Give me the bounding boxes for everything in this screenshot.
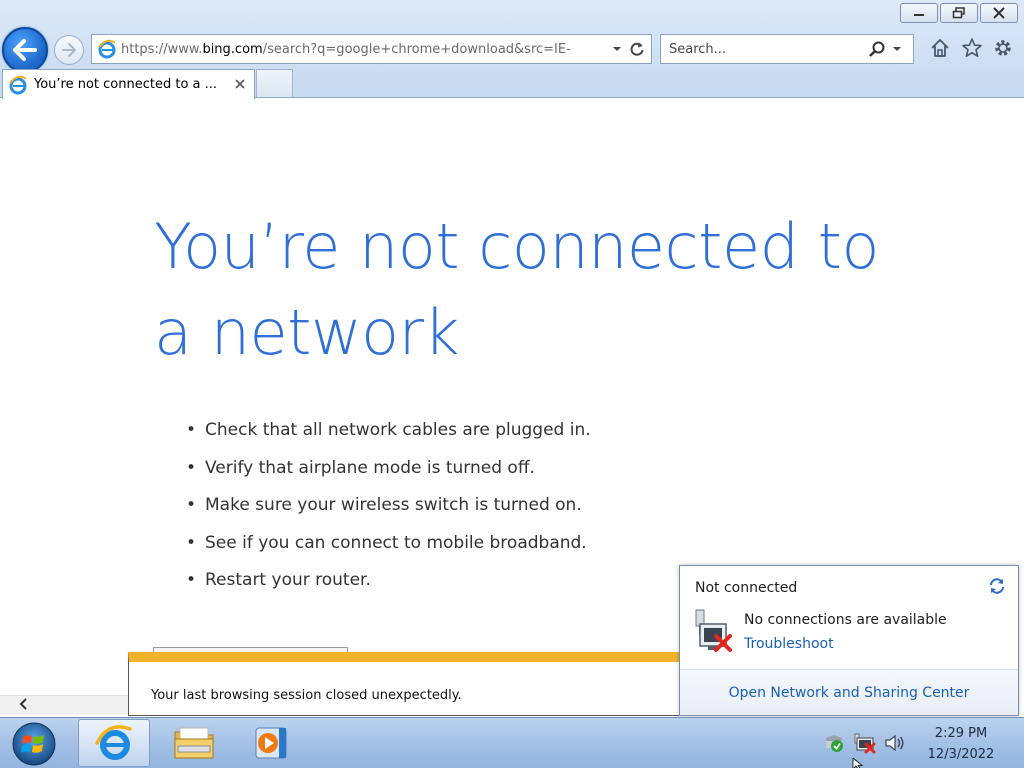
network-flyout: Not connected No connections are availab… <box>679 565 1019 716</box>
start-button[interactable] <box>8 720 60 768</box>
tab-title: You’re not connected to a ... <box>34 77 218 92</box>
url-text[interactable]: https://www.bing.com/search?q=google+chr… <box>121 42 607 57</box>
back-arrow-icon <box>13 39 37 61</box>
page-heading: You’re not connected to a network <box>154 210 879 369</box>
tab-current[interactable]: You’re not connected to a ... <box>2 69 255 99</box>
restore-button[interactable] <box>940 3 978 23</box>
close-icon <box>993 7 1005 19</box>
close-window-button[interactable] <box>980 3 1018 23</box>
horizontal-scrollbar[interactable] <box>0 695 130 715</box>
address-bar[interactable]: https://www.bing.com/search?q=google+chr… <box>91 34 652 64</box>
flyout-status-message: No connections are available <box>744 612 947 628</box>
taskbar-media-player[interactable] <box>236 719 308 767</box>
internet-explorer-icon <box>95 725 132 760</box>
refresh-networks-button[interactable] <box>986 575 1008 597</box>
minimize-icon <box>914 14 924 16</box>
notification-message: Your last browsing session closed unexpe… <box>151 688 462 703</box>
restore-icon <box>952 7 965 19</box>
search-button[interactable] <box>867 39 887 59</box>
network-tray[interactable] <box>853 732 877 754</box>
taskbar: 2:29 PM 12/3/2022 <box>0 717 1024 768</box>
tip-item: • Verify that airplane mode is turned off… <box>186 457 535 478</box>
tip-item: • Make sure your wireless switch is turne… <box>186 495 582 515</box>
refresh-button[interactable] <box>627 39 647 59</box>
start-orb-icon <box>12 722 56 766</box>
open-network-sharing-center-link[interactable]: Open Network and Sharing Center <box>729 685 970 701</box>
network-disconnected-icon <box>695 609 732 652</box>
window-controls <box>900 3 1018 23</box>
back-button[interactable] <box>2 27 48 73</box>
page-ie-icon <box>98 39 116 59</box>
tip-item: • Restart your router. <box>186 570 371 590</box>
troubleshoot-link[interactable]: Troubleshoot <box>744 636 834 652</box>
volume-icon <box>885 734 904 752</box>
search-dropdown-button[interactable] <box>887 39 907 59</box>
favorites-button[interactable] <box>960 36 984 60</box>
search-box[interactable] <box>660 34 914 64</box>
scroll-left-icon[interactable] <box>18 696 28 715</box>
browser-toolbar: https://www.bing.com/search?q=google+chr… <box>0 0 1024 99</box>
network-disconnected-icon <box>854 733 876 754</box>
new-tab-button[interactable] <box>256 69 293 97</box>
volume-tray[interactable] <box>883 732 907 754</box>
clock-time: 2:29 PM <box>934 726 988 741</box>
tip-item: • Check that all network cables are plugg… <box>186 420 591 440</box>
minimize-button[interactable] <box>900 3 938 23</box>
mouse-cursor-icon <box>852 758 864 768</box>
chevron-down-icon <box>613 47 621 51</box>
close-icon <box>235 78 245 89</box>
file-explorer-icon <box>174 727 214 759</box>
home-button[interactable] <box>928 36 952 60</box>
tip-item: • See if you can connect to mobile broadb… <box>186 532 587 553</box>
chevron-down-icon <box>893 47 901 51</box>
search-input[interactable] <box>669 41 859 57</box>
tab-ie-icon <box>9 75 27 94</box>
media-player-icon <box>255 727 287 759</box>
gear-icon <box>995 40 1011 56</box>
action-center-icon <box>826 735 843 752</box>
taskbar-internet-explorer[interactable] <box>78 719 150 767</box>
forward-button[interactable] <box>54 35 84 65</box>
troubleshooting-tips: • Check that all network cables are plugg… <box>186 412 591 600</box>
taskbar-clock[interactable]: 2:29 PM 12/3/2022 <box>918 723 1004 765</box>
flyout-title: Not connected <box>695 580 798 596</box>
search-icon <box>869 41 885 57</box>
tab-close-button[interactable] <box>230 77 250 93</box>
taskbar-file-explorer[interactable] <box>158 719 230 767</box>
forward-arrow-icon <box>62 43 76 57</box>
flyout-footer: Open Network and Sharing Center <box>680 669 1018 715</box>
notification-bar: Your last browsing session closed unexpe… <box>128 652 680 716</box>
refresh-arrows-icon <box>990 578 1004 594</box>
home-icon <box>931 39 949 57</box>
address-dropdown-button[interactable] <box>607 39 627 59</box>
tools-button[interactable] <box>991 36 1015 60</box>
star-icon <box>962 38 982 57</box>
clock-date: 12/3/2022 <box>927 747 995 762</box>
action-center-tray[interactable] <box>822 732 846 754</box>
refresh-icon <box>630 42 644 56</box>
